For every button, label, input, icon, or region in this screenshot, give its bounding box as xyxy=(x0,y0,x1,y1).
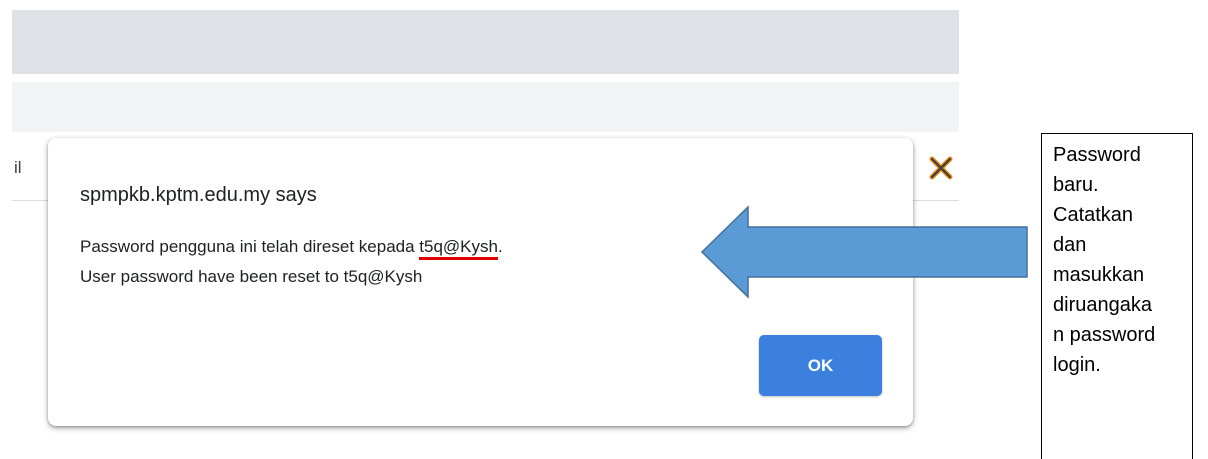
note-line: dan xyxy=(1053,234,1087,256)
dialog-message-line1: Password pengguna ini telah direset kepa… xyxy=(80,237,503,260)
dialog-message-line2: User password have been reset to t5q@Kys… xyxy=(80,267,423,286)
page-text-fragment: il xyxy=(14,158,22,177)
browser-toolbar xyxy=(12,82,959,132)
screenshot-stage: il spmpkb.kptm.edu.my says Password peng… xyxy=(0,0,1208,459)
close-icon[interactable] xyxy=(928,155,954,181)
annotation-note: Password baru. Catatkan dan masukkan dir… xyxy=(1041,133,1193,459)
ok-button[interactable]: OK xyxy=(759,335,882,396)
browser-tab-bar xyxy=(12,10,959,74)
note-line: login. xyxy=(1053,354,1101,376)
dialog-title: spmpkb.kptm.edu.my says xyxy=(80,184,317,206)
new-password-text: t5q@Kysh xyxy=(419,237,498,260)
note-line: n password xyxy=(1053,324,1156,346)
arrow-annotation-icon xyxy=(700,205,1028,299)
note-line: Catatkan xyxy=(1053,204,1134,226)
note-line: diruangaka xyxy=(1053,294,1152,316)
note-line: baru. xyxy=(1053,174,1099,196)
note-line: masukkan xyxy=(1053,264,1145,286)
message-prefix: Password pengguna ini telah direset kepa… xyxy=(80,237,420,256)
message-suffix: . xyxy=(497,237,503,256)
note-line: Password xyxy=(1053,144,1141,166)
